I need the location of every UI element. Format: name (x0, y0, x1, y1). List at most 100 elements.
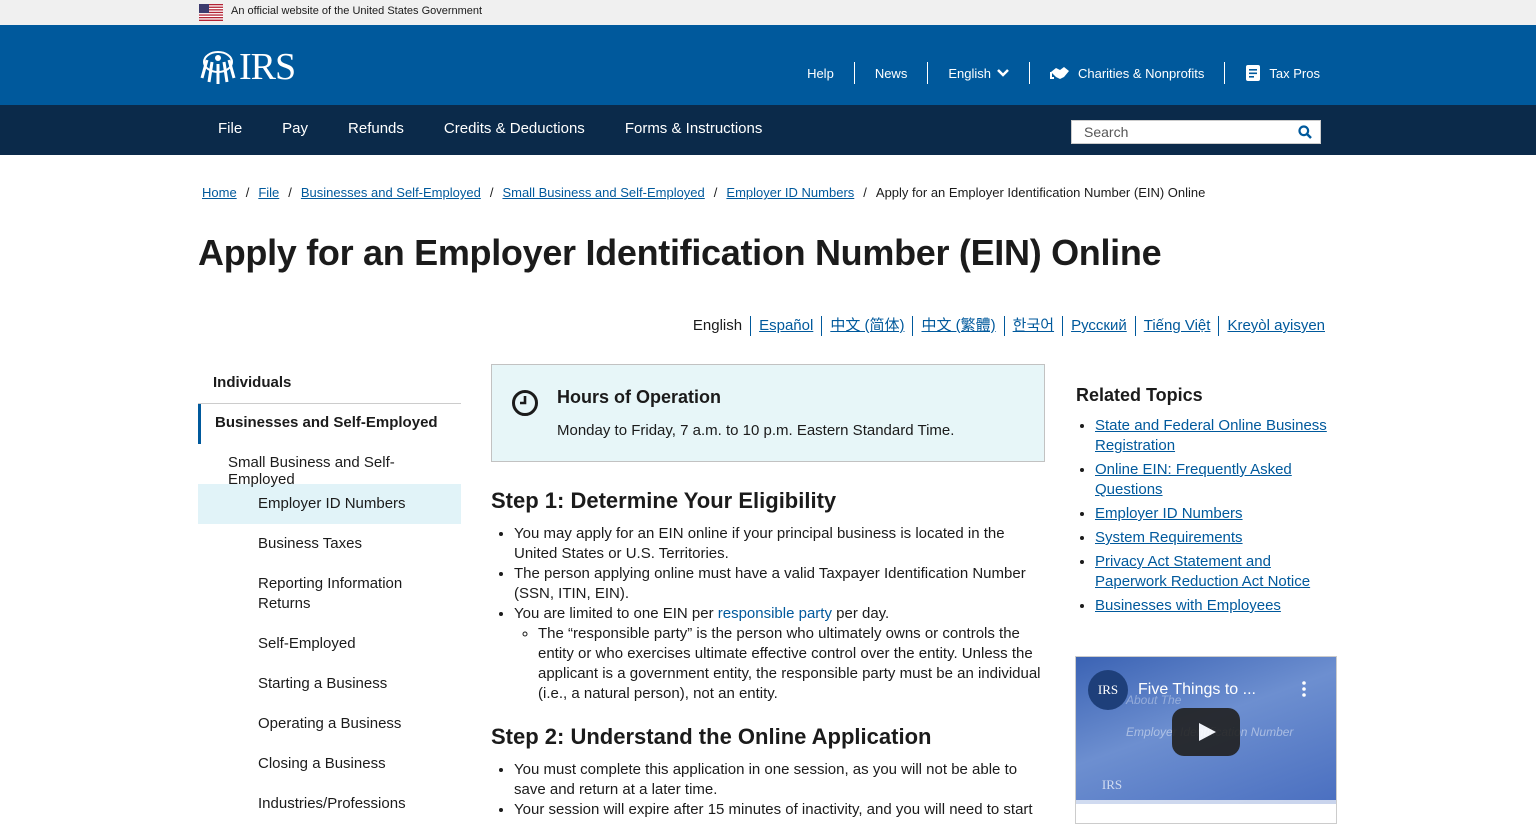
breadcrumb-separator: / (489, 185, 494, 200)
language-dropdown-label: English (948, 65, 991, 81)
sidebar-item-operating-business[interactable]: Operating a Business (198, 704, 461, 744)
util-news-link[interactable]: News (855, 62, 929, 84)
lang-chinese-traditional[interactable]: 中文 (繁體) (912, 316, 1003, 336)
sidebar-item-employer-id[interactable]: Employer ID Numbers (198, 484, 461, 524)
nav-refunds[interactable]: Refunds (328, 105, 424, 155)
video-channel-avatar[interactable]: IRS (1088, 670, 1128, 710)
sidebar-item-businesses[interactable]: Businesses and Self-Employed (198, 404, 461, 444)
nav-forms-instructions[interactable]: Forms & Instructions (605, 105, 783, 155)
list-item-text: per day. (831, 605, 890, 622)
nav-credits-deductions[interactable]: Credits & Deductions (424, 105, 605, 155)
breadcrumb-home[interactable]: Home (202, 185, 237, 200)
related-link-system-requirements[interactable]: System Requirements (1095, 529, 1243, 546)
sidebar-item-starting-business[interactable]: Starting a Business (198, 664, 461, 704)
lang-english: English (692, 317, 743, 334)
related-topics-title: Related Topics (1076, 385, 1203, 405)
breadcrumb-separator: / (245, 185, 250, 200)
video-watermark-logo: IRS (1101, 777, 1123, 792)
hours-alert: Hours of Operation Monday to Friday, 7 a… (491, 364, 1045, 462)
breadcrumb-separator: / (863, 185, 867, 200)
related-link-businesses-employees[interactable]: Businesses with Employees (1095, 597, 1281, 614)
sidebar-item-industries[interactable]: Industries/Professions (198, 784, 461, 824)
sidebar-item-individuals[interactable]: Individuals (198, 364, 461, 404)
video-embed[interactable]: About The Employer Identification Number… (1075, 656, 1337, 824)
sidebar-item-reporting-returns[interactable]: Reporting Information Returns (198, 564, 461, 624)
util-charities-label: Charities & Nonprofits (1077, 65, 1205, 81)
gov-banner-text: An official website of the United States… (231, 5, 483, 17)
list-item: The person applying online must have a v… (514, 564, 1046, 604)
video-progress-band (1076, 800, 1336, 804)
irs-logo[interactable]: IRS (199, 46, 296, 88)
related-link-employer-id[interactable]: Employer ID Numbers (1095, 505, 1243, 522)
sidebar-item-small-business[interactable]: Small Business and Self-Employed (198, 444, 461, 488)
list-item: Online EIN: Frequently Asked Questions (1095, 460, 1338, 500)
main-content: Step 1: Determine Your Eligibility You m… (491, 488, 1046, 824)
video-title[interactable]: Five Things to ... (1138, 681, 1256, 699)
hours-title: Hours of Operation (557, 387, 722, 407)
breadcrumb-separator: / (713, 185, 718, 200)
breadcrumb-current: Apply for an Employer Identification Num… (875, 185, 1206, 200)
breadcrumb-small-business[interactable]: Small Business and Self-Employed (502, 185, 704, 200)
util-help-link[interactable]: Help (787, 62, 855, 84)
lang-russian[interactable]: Русский (1062, 316, 1135, 336)
search-box (1071, 120, 1321, 144)
handshake-icon (1049, 67, 1069, 79)
step2-list: You must complete this application in on… (514, 760, 1046, 824)
list-item: You may apply for an EIN online if your … (514, 524, 1046, 564)
sidebar-item-business-taxes[interactable]: Business Taxes (198, 524, 461, 564)
main-nav: File Pay Refunds Credits & Deductions Fo… (0, 105, 1536, 155)
list-item: You are limited to one EIN per responsib… (514, 604, 1046, 704)
nav-pay[interactable]: Pay (262, 105, 328, 155)
list-item: Your session will expire after 15 minute… (514, 800, 1046, 824)
search-input[interactable] (1072, 121, 1292, 143)
breadcrumb-separator: / (288, 185, 292, 200)
more-vertical-icon[interactable] (1302, 681, 1306, 697)
list-item: System Requirements (1095, 528, 1338, 548)
related-link-privacy-act[interactable]: Privacy Act Statement and Paperwork Redu… (1095, 553, 1310, 590)
util-taxpros-link[interactable]: Tax Pros (1225, 62, 1320, 84)
related-topics: Related Topics State and Federal Online … (1076, 385, 1338, 620)
logo-text: IRS (239, 46, 296, 88)
sidebar-item-closing-business[interactable]: Closing a Business (198, 744, 461, 784)
search-icon[interactable] (1298, 125, 1312, 139)
gov-banner: An official website of the United States… (0, 0, 1536, 25)
step1-sublist: The “responsible party” is the person wh… (538, 624, 1046, 704)
hours-text: Monday to Friday, 7 a.m. to 10 p.m. East… (557, 422, 955, 439)
util-charities-link[interactable]: Charities & Nonprofits (1030, 62, 1226, 84)
breadcrumb-employer-id[interactable]: Employer ID Numbers (726, 185, 854, 200)
chevron-down-icon (997, 69, 1009, 77)
page-title: Apply for an Employer Identification Num… (198, 232, 1162, 273)
document-icon (1246, 65, 1261, 81)
breadcrumb-file[interactable]: File (258, 185, 279, 200)
list-item-text: You are limited to one EIN per (514, 605, 718, 622)
eagle-logo-icon (200, 51, 236, 84)
lang-spanish[interactable]: Español (750, 316, 821, 336)
step1-list: You may apply for an EIN online if your … (514, 524, 1046, 704)
us-flag-icon (199, 4, 223, 21)
step1-heading: Step 1: Determine Your Eligibility (491, 488, 837, 513)
related-topics-list: State and Federal Online Business Regist… (1095, 416, 1338, 616)
related-link-business-registration[interactable]: State and Federal Online Business Regist… (1095, 417, 1327, 454)
clock-icon (512, 390, 538, 416)
breadcrumb-businesses[interactable]: Businesses and Self-Employed (301, 185, 481, 200)
language-switcher: English Español 中文 (简体) 中文 (繁體) 한국어 Русс… (685, 316, 1333, 336)
list-item: Businesses with Employees (1095, 596, 1338, 616)
list-item: Employer ID Numbers (1095, 504, 1338, 524)
play-icon[interactable] (1172, 708, 1240, 756)
utility-nav: Help News English Charities & Nonprofits (787, 62, 1320, 84)
lang-vietnamese[interactable]: Tiếng Việt (1134, 316, 1219, 336)
lang-chinese-simplified[interactable]: 中文 (简体) (821, 316, 912, 336)
list-item: State and Federal Online Business Regist… (1095, 416, 1338, 456)
list-item: You must complete this application in on… (514, 760, 1046, 800)
breadcrumb: Home / File / Businesses and Self-Employ… (202, 185, 1205, 200)
site-header: IRS Help News English Charities & Nonpro… (0, 25, 1536, 105)
sidebar-item-self-employed[interactable]: Self-Employed (198, 624, 461, 664)
lang-haitian-creole[interactable]: Kreyòl ayisyen (1218, 316, 1333, 336)
responsible-party-link[interactable]: responsible party (718, 605, 832, 622)
nav-file[interactable]: File (198, 105, 262, 155)
lang-korean[interactable]: 한국어 (1003, 316, 1062, 336)
list-item: The “responsible party” is the person wh… (538, 624, 1046, 704)
related-link-online-ein-faq[interactable]: Online EIN: Frequently Asked Questions (1095, 461, 1292, 498)
language-dropdown[interactable]: English (928, 62, 1030, 84)
video-thumbnail[interactable]: About The Employer Identification Number… (1076, 657, 1336, 804)
